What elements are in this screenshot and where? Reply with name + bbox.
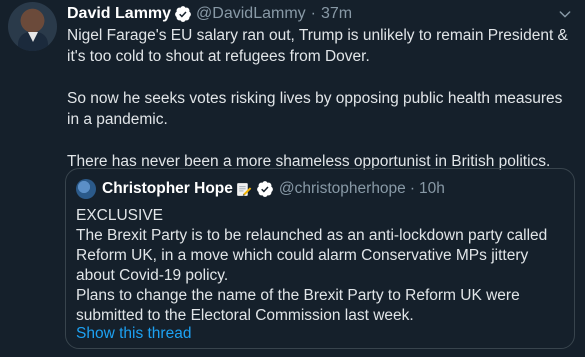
tweet-paragraph: Nigel Farage's EU salary ran out, Trump …	[67, 27, 568, 65]
header-separator: ·	[310, 5, 316, 22]
verified-badge-icon	[257, 181, 273, 197]
tweet-text: Nigel Farage's EU salary ran out, Trump …	[67, 25, 575, 172]
tweet-paragraph: So now he seeks votes risking lives by o…	[67, 90, 563, 128]
author-avatar[interactable]	[8, 2, 57, 51]
tweet-timestamp[interactable]: 37m	[321, 5, 352, 23]
quoted-tweet-timestamp: 10h	[418, 180, 445, 197]
author-handle[interactable]: @DavidLammy	[196, 5, 306, 23]
verified-badge-icon	[175, 6, 191, 22]
quoted-header-separator: ·	[409, 180, 415, 197]
tweet-header: David Lammy @DavidLammy · 37m	[67, 4, 352, 24]
quoted-tweet-header: Christopher Hope @christopherhope · 10h	[76, 179, 445, 199]
quoted-author-avatar	[76, 179, 96, 199]
quoted-author-name: Christopher Hope	[102, 180, 233, 197]
chevron-down-icon[interactable]	[557, 6, 573, 22]
show-thread-link[interactable]: Show this thread	[76, 325, 191, 343]
quoted-tweet-text: EXCLUSIVE The Brexit Party is to be rela…	[76, 206, 566, 326]
quoted-tweet-line: Plans to change the name of the Brexit P…	[76, 287, 520, 324]
memo-icon	[237, 182, 252, 196]
tweet[interactable]: David Lammy @DavidLammy · 37m Nigel Fara…	[0, 0, 585, 357]
quoted-tweet-line: EXCLUSIVE	[76, 207, 164, 224]
quoted-tweet[interactable]: Christopher Hope @christopherhope · 10h …	[65, 168, 575, 349]
author-name[interactable]: David Lammy	[67, 5, 171, 23]
quoted-author-handle: @christopherhope	[278, 180, 406, 197]
quoted-tweet-line: The Brexit Party is to be relaunched as …	[76, 227, 548, 284]
